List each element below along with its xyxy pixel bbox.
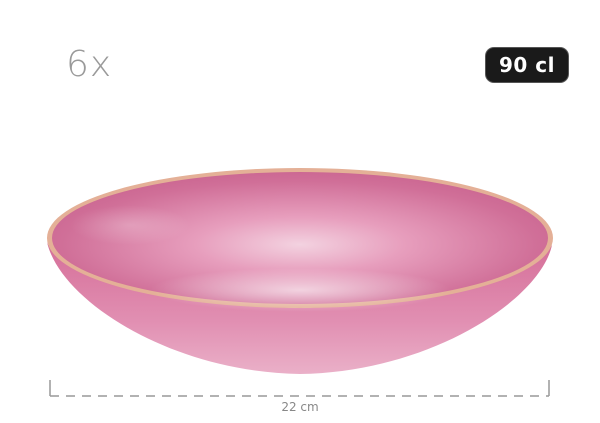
dimension-label: 22 cm	[281, 400, 319, 414]
dimension-line	[49, 380, 550, 397]
